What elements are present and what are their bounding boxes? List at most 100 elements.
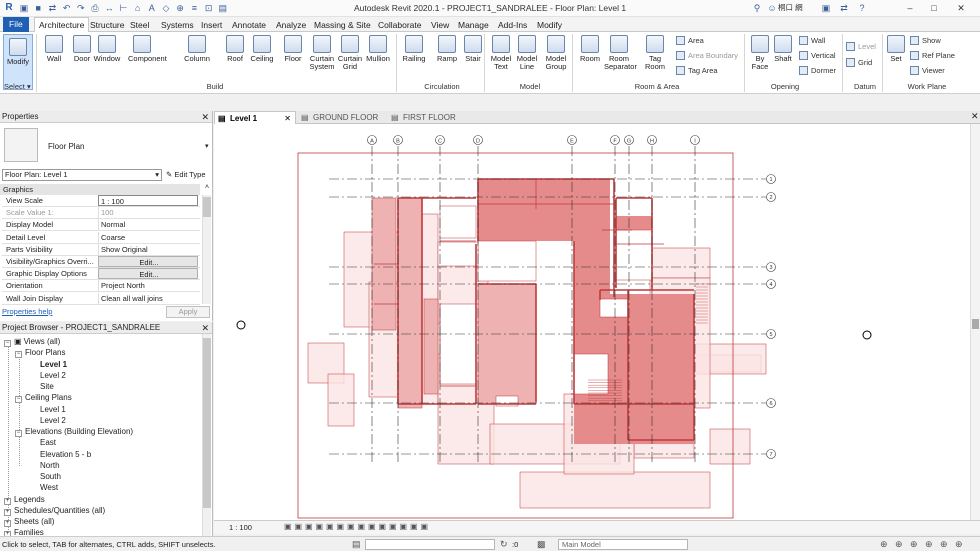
maximize-icon[interactable]: □ bbox=[928, 2, 940, 14]
close-icon[interactable]: ✕ bbox=[955, 2, 967, 14]
room-fill[interactable] bbox=[628, 360, 694, 440]
tab-modify[interactable]: Modify bbox=[537, 18, 562, 32]
drag-icon[interactable]: ⊕ bbox=[940, 539, 948, 550]
tab-manage[interactable]: Manage bbox=[458, 18, 489, 32]
expand-toggle-icon[interactable]: + bbox=[4, 497, 11, 505]
browser-item-floor-plans[interactable]: − Floor Plans bbox=[15, 347, 65, 359]
tag-room-tool[interactable]: Tag Room bbox=[640, 35, 670, 71]
expand-toggle-icon[interactable]: − bbox=[15, 351, 22, 359]
unlocked-3d-icon[interactable]: ▣ bbox=[358, 522, 366, 531]
stair-tool[interactable]: Stair bbox=[460, 35, 486, 63]
window-tool[interactable]: Window bbox=[93, 35, 121, 63]
view-scale[interactable]: 1 : 100 bbox=[229, 523, 252, 532]
elevation-marker-west[interactable] bbox=[236, 320, 246, 330]
room-fill[interactable] bbox=[397, 197, 423, 409]
expand-toggle-icon[interactable]: − bbox=[15, 430, 22, 437]
void-region[interactable] bbox=[439, 303, 477, 385]
tag-area-tool[interactable]: Tag Area bbox=[676, 66, 718, 76]
ceiling-tool[interactable]: Ceiling bbox=[248, 35, 276, 63]
browser-item-west[interactable]: West bbox=[40, 482, 58, 493]
edit-type-button[interactable]: ✎ Edit Type bbox=[166, 169, 206, 181]
property-row[interactable]: Orientation Project North bbox=[2, 280, 200, 293]
curtain-system-tool[interactable]: Curtain System bbox=[308, 35, 336, 71]
tab-analyze[interactable]: Analyze bbox=[276, 18, 306, 32]
property-row[interactable]: Graphic Display Options Edit... bbox=[2, 268, 200, 281]
worksharing-display-icon[interactable]: ▣ bbox=[389, 522, 397, 531]
workplane-show-tool[interactable]: Show bbox=[910, 36, 941, 46]
property-row[interactable]: Visibility/Graphics Overri... Edit... bbox=[2, 256, 200, 268]
model-text-tool[interactable]: Model Text bbox=[487, 35, 515, 71]
close-icon[interactable]: ✕ bbox=[971, 111, 979, 122]
crop-view-icon[interactable]: ▣ bbox=[337, 522, 345, 531]
plan-region[interactable] bbox=[519, 471, 711, 509]
area-tool[interactable]: Area bbox=[676, 36, 704, 46]
opening-by-face-tool[interactable]: By Face bbox=[748, 35, 772, 71]
void-region[interactable] bbox=[599, 298, 629, 318]
browser-item-ceiling-plans[interactable]: − Ceiling Plans bbox=[15, 392, 72, 404]
browser-item-legends[interactable]: + Legends bbox=[4, 494, 45, 505]
show-crop-icon[interactable]: ▣ bbox=[347, 522, 355, 531]
browser-item-south[interactable]: South bbox=[40, 471, 61, 482]
expand-toggle-icon[interactable]: − bbox=[4, 340, 11, 347]
door-tool[interactable]: Door bbox=[68, 35, 96, 63]
browser-item-east[interactable]: East bbox=[40, 437, 56, 448]
browser-item-north[interactable]: North bbox=[40, 460, 60, 471]
instance-selector[interactable]: Floor Plan: Level 1 ▾ bbox=[2, 169, 162, 181]
browser-item-site[interactable]: Site bbox=[40, 381, 54, 392]
shadows-icon[interactable]: ▣ bbox=[316, 522, 324, 531]
editable-only-icon[interactable]: ↻ bbox=[500, 539, 508, 550]
expand-toggle-icon[interactable]: + bbox=[4, 508, 11, 516]
void-region[interactable] bbox=[477, 240, 537, 282]
property-row[interactable]: Display Model Normal bbox=[2, 219, 200, 232]
property-value[interactable]: Edit... bbox=[98, 256, 198, 267]
property-row[interactable]: Parts Visibility Show Original bbox=[2, 243, 200, 256]
reveal-hidden-icon[interactable]: ▣ bbox=[379, 522, 387, 531]
view-tab-ground-floor[interactable]: ▤ GROUND FLOOR bbox=[298, 111, 386, 124]
type-dropdown-icon[interactable]: ▾ bbox=[205, 142, 209, 150]
room-fill[interactable] bbox=[423, 298, 439, 395]
view-tab-level-1[interactable]: ▤ Level 1 ✕ bbox=[214, 111, 296, 124]
browser-item-schedules-quantities-all[interactable]: + Schedules/Quantities (all) bbox=[4, 505, 105, 516]
tab-architecture[interactable]: Architecture bbox=[34, 17, 90, 33]
visual-style-icon[interactable]: ▣ bbox=[295, 522, 303, 531]
analytical-model-icon[interactable]: ▣ bbox=[400, 522, 408, 531]
room-fill[interactable] bbox=[477, 283, 537, 405]
browser-item-sheets-all[interactable]: + Sheets (all) bbox=[4, 516, 54, 527]
datum-grid-tool[interactable]: Grid bbox=[846, 58, 872, 68]
void-region[interactable] bbox=[437, 241, 479, 267]
drawing-canvas[interactable]: ABCDEFGHI1234567 bbox=[214, 124, 970, 520]
model-line-tool[interactable]: Model Line bbox=[513, 35, 541, 71]
select-by-face-icon[interactable]: ⊕ bbox=[925, 539, 933, 550]
room-separator-tool[interactable]: Room Separator bbox=[604, 35, 637, 71]
tab-structure[interactable]: Structure bbox=[90, 18, 125, 32]
room-tool[interactable]: Room bbox=[575, 35, 605, 63]
main-model-selector[interactable]: Main Model bbox=[558, 539, 688, 550]
property-row[interactable]: Detail Level Coarse bbox=[2, 231, 200, 244]
active-workset[interactable] bbox=[365, 539, 495, 550]
link-icon[interactable]: ⊕ bbox=[880, 539, 888, 550]
detail-level-icon[interactable]: ▣ bbox=[284, 522, 292, 531]
plan-region[interactable] bbox=[649, 247, 711, 279]
minimize-icon[interactable]: – bbox=[904, 2, 916, 14]
browser-item-elevations-building-elevation[interactable]: − Elevations (Building Elevation) bbox=[15, 426, 133, 437]
properties-help-link[interactable]: Properties help bbox=[2, 307, 52, 316]
component-tool[interactable]: Component bbox=[128, 35, 167, 63]
select-dropdown[interactable]: Select ▾ bbox=[4, 82, 31, 92]
expand-toggle-icon[interactable]: + bbox=[4, 520, 11, 527]
browser-item-level-2[interactable]: Level 2 bbox=[40, 415, 66, 426]
user-name[interactable]: 桐口 網 bbox=[778, 3, 803, 13]
tab-annotate[interactable]: Annotate bbox=[232, 18, 266, 32]
curtain-grid-tool[interactable]: Curtain Grid bbox=[336, 35, 364, 71]
workplane-viewer-tool[interactable]: Viewer bbox=[910, 66, 945, 76]
properties-scrollbar[interactable] bbox=[202, 195, 211, 304]
column-tool[interactable]: Column bbox=[183, 35, 211, 63]
void-region[interactable] bbox=[615, 229, 653, 281]
help-icon[interactable]: ? bbox=[856, 2, 868, 14]
browser-item-views-all[interactable]: − ▣ Views (all) bbox=[4, 336, 60, 347]
wall-tool[interactable]: Wall bbox=[40, 35, 68, 63]
browser-item-level-2[interactable]: Level 2 bbox=[40, 370, 66, 381]
worksets-icon[interactable]: ▤ bbox=[352, 539, 361, 550]
browser-scrollbar[interactable] bbox=[202, 334, 211, 538]
expand-toggle-icon[interactable]: − bbox=[15, 396, 22, 404]
tab-insert[interactable]: Insert bbox=[201, 18, 222, 32]
